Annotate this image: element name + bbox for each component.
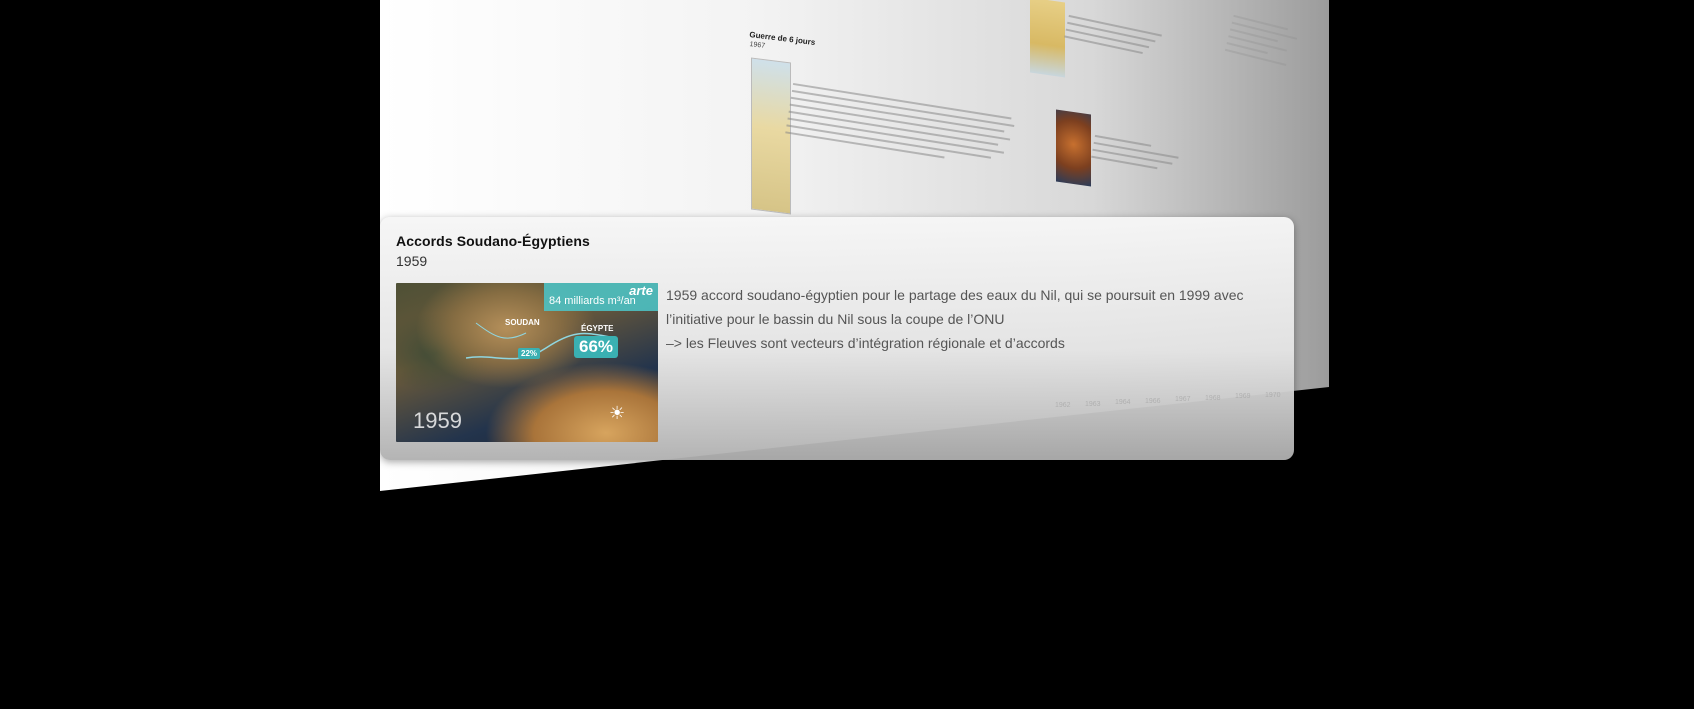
event-description-line-1: 1959 accord soudano-égyptien pour le par… [666, 287, 1244, 327]
event-thumbnail[interactable]: arte 84 milliards m³/an SOUDAN ÉGYPTE 22… [396, 283, 658, 442]
thumbnail-label-soudan: SOUDAN [505, 318, 540, 327]
event-title: Accords Soudano-Égyptiens [396, 233, 590, 249]
timeline-ticks: 1962 1963 1964 1966 1967 1968 1969 1970 [660, 392, 1290, 437]
background-event-map-2[interactable] [1030, 0, 1065, 78]
thumbnail-label-egypte: ÉGYPTE [581, 324, 614, 333]
background-event-map-3[interactable] [1056, 109, 1091, 187]
thumbnail-share-soudan: 22% [518, 348, 541, 359]
event-date: 1959 [396, 253, 428, 269]
background-event-text-4 [1224, 10, 1303, 73]
background-event-year: 1967 [749, 41, 766, 50]
timeline-tick: 1967 [1175, 396, 1191, 403]
event-description: 1959 accord soudano-égyptien pour le par… [666, 283, 1266, 355]
timeline-tick: 1963 [1085, 401, 1101, 408]
timeline-tick: 1969 [1235, 393, 1251, 400]
event-description-line-2: –> les Fleuves sont vecteurs d’intégrati… [666, 335, 1065, 351]
thumbnail-year: 1959 [413, 408, 462, 433]
background-event-text-3 [1090, 130, 1189, 179]
sun-icon: ☀ [609, 403, 626, 423]
event-detail-card: Accords Soudano-Égyptiens 1959 arte 84 m… [380, 217, 1294, 460]
timeline-tick: 1970 [1265, 392, 1281, 399]
background-event-text [784, 78, 1021, 174]
timeline-tick: 1966 [1145, 398, 1161, 405]
timeline-tick: 1968 [1205, 395, 1221, 402]
background-event-text-2 [1063, 10, 1168, 63]
thumbnail-volume-label: 84 milliards m³/an [549, 295, 636, 307]
timeline-tick: 1964 [1115, 399, 1131, 406]
thumbnail-share-egypte: 66% [574, 336, 619, 358]
timeline-tick: 1962 [1055, 402, 1071, 409]
